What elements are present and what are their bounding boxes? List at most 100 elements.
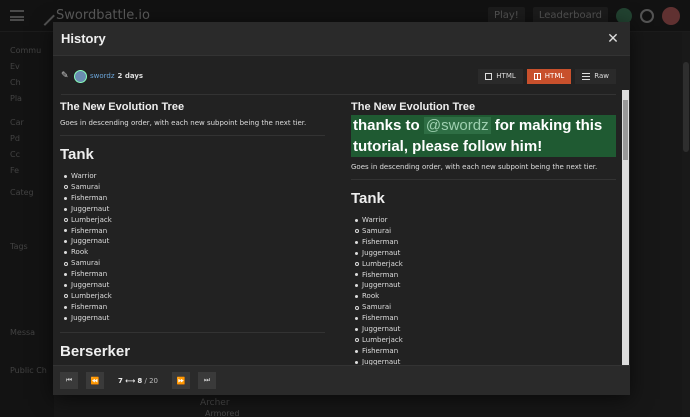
view-mode-toggle: HTML HTML Raw (478, 68, 616, 84)
list-item: Juggernaut (62, 236, 325, 247)
modal-body: ✎ swordz 2 days HTML HTML Raw The New Ev… (53, 56, 630, 395)
bullet-icon (355, 284, 358, 288)
section-heading: Tank (351, 190, 385, 207)
previous-revision-button[interactable]: ⏪ (86, 372, 104, 389)
post-description: Goes in descending order, with each new … (351, 163, 598, 171)
list-item: Fisherman (353, 346, 616, 357)
revision-meta: ✎ swordz 2 days HTML HTML Raw (61, 65, 616, 87)
list-item-label: Juggernaut (362, 248, 401, 257)
first-revision-button[interactable]: ⏮ (60, 372, 78, 389)
section-heading: Berserker (60, 342, 131, 360)
list-item: Lumberjack (353, 335, 616, 346)
list-item-label: Rook (71, 248, 89, 257)
bullet-icon (355, 295, 358, 299)
list-item-label: Juggernaut (362, 325, 401, 334)
evolution-list: Warrior Samurai Fisherman Juggernaut Lumberj… (60, 171, 325, 324)
list-item: Fisherman (62, 269, 325, 280)
added-text: thanks to @swordz for making this tutori… (351, 115, 616, 157)
bullet-icon (64, 240, 67, 244)
current-revision-pane: The New Evolution Tree thanks to @swordz… (351, 98, 616, 365)
history-modal: History ✕ ✎ swordz 2 days HTML HTML Raw (53, 22, 630, 395)
list-item: Samurai (353, 226, 616, 237)
list-item: Warrior (62, 171, 325, 182)
pencil-icon: ✎ (61, 71, 69, 81)
bullet-icon (355, 305, 359, 310)
list-item-label: Samurai (71, 182, 101, 191)
bullet-icon (64, 174, 67, 178)
list-item-label: Fisherman (362, 270, 399, 279)
list-item: Fisherman (353, 237, 616, 248)
list-item-label: Lumberjack (362, 259, 403, 268)
list-item: Fisherman (62, 193, 325, 204)
divider (60, 135, 325, 136)
author-link[interactable]: swordz (90, 72, 115, 80)
bullet-icon (355, 360, 358, 364)
list-item: Juggernaut (62, 204, 325, 215)
revision-nav: ⏮ ⏪ 7 ⟷ 8 / 20 ⏩ ⏭ (53, 365, 630, 395)
last-revision-button[interactable]: ⏭ (198, 372, 216, 389)
bullet-icon (64, 218, 68, 223)
bullet-icon (64, 316, 67, 320)
modal-title: History (61, 31, 106, 46)
list-item: Juggernaut (353, 248, 616, 259)
modal-scrollbar[interactable] (622, 90, 629, 394)
time-ago: 2 days (117, 72, 144, 80)
post-title: The New Evolution Tree (60, 101, 185, 113)
list-item: Juggernaut (353, 357, 616, 365)
bullet-icon (355, 317, 358, 321)
split-icon (533, 72, 541, 80)
list-item-label: Warrior (362, 216, 388, 224)
bullet-icon (64, 185, 68, 190)
list-item: Juggernaut (62, 313, 325, 324)
list-item-label: Rook (362, 292, 380, 301)
bullet-icon (64, 284, 67, 288)
view-side-by-side-button[interactable]: HTML (526, 68, 572, 84)
bullet-icon (64, 251, 67, 255)
list-item-label: Juggernaut (362, 281, 401, 290)
post-description: Goes in descending order, with each new … (60, 119, 307, 127)
list-item: Lumberjack (62, 215, 325, 226)
divider (61, 94, 616, 95)
list-item: Fisherman (353, 270, 616, 281)
list-item-label: Lumberjack (71, 291, 112, 300)
next-revision-button[interactable]: ⏩ (172, 372, 190, 389)
bullet-icon (355, 218, 358, 222)
author-avatar[interactable] (74, 69, 87, 83)
list-item: Lumberjack (62, 291, 325, 302)
list-item-label: Juggernaut (71, 204, 110, 213)
bullet-icon (355, 328, 358, 332)
bullet-icon (355, 338, 359, 343)
list-item-label: Samurai (362, 303, 392, 312)
list-item-label: Fisherman (71, 302, 108, 311)
revision-counter: 7 ⟷ 8 / 20 (118, 376, 158, 385)
bullet-icon (64, 207, 67, 211)
raw-icon (582, 72, 591, 80)
list-item: Rook (62, 247, 325, 258)
list-item: Fisherman (353, 313, 616, 324)
evolution-list: Warrior Samurai Fisherman Juggernaut Lumberj… (351, 215, 616, 365)
list-item: Fisherman (62, 226, 325, 237)
list-item-label: Fisherman (362, 237, 399, 246)
bullet-icon (355, 240, 358, 244)
divider (351, 179, 616, 180)
list-item: Fisherman (62, 302, 325, 313)
list-item: Juggernaut (353, 280, 616, 291)
bullet-icon (355, 349, 358, 353)
list-item-label: Juggernaut (71, 281, 110, 290)
list-item-label: Samurai (362, 226, 392, 235)
list-item-label: Fisherman (362, 346, 399, 355)
list-item: Rook (353, 291, 616, 302)
modal-header: History ✕ (53, 22, 630, 56)
bullet-icon (64, 273, 67, 277)
list-item: Juggernaut (353, 324, 616, 335)
close-icon[interactable]: ✕ (604, 30, 622, 48)
bullet-icon (64, 305, 67, 309)
square-icon (485, 72, 493, 80)
divider (60, 331, 325, 333)
view-html-button[interactable]: HTML (478, 68, 523, 84)
mention-link[interactable]: @swordz (423, 117, 491, 134)
bullet-icon (64, 294, 68, 299)
view-raw-button[interactable]: Raw (575, 68, 616, 84)
section-heading: Tank (60, 146, 94, 163)
list-item: Samurai (62, 182, 325, 193)
